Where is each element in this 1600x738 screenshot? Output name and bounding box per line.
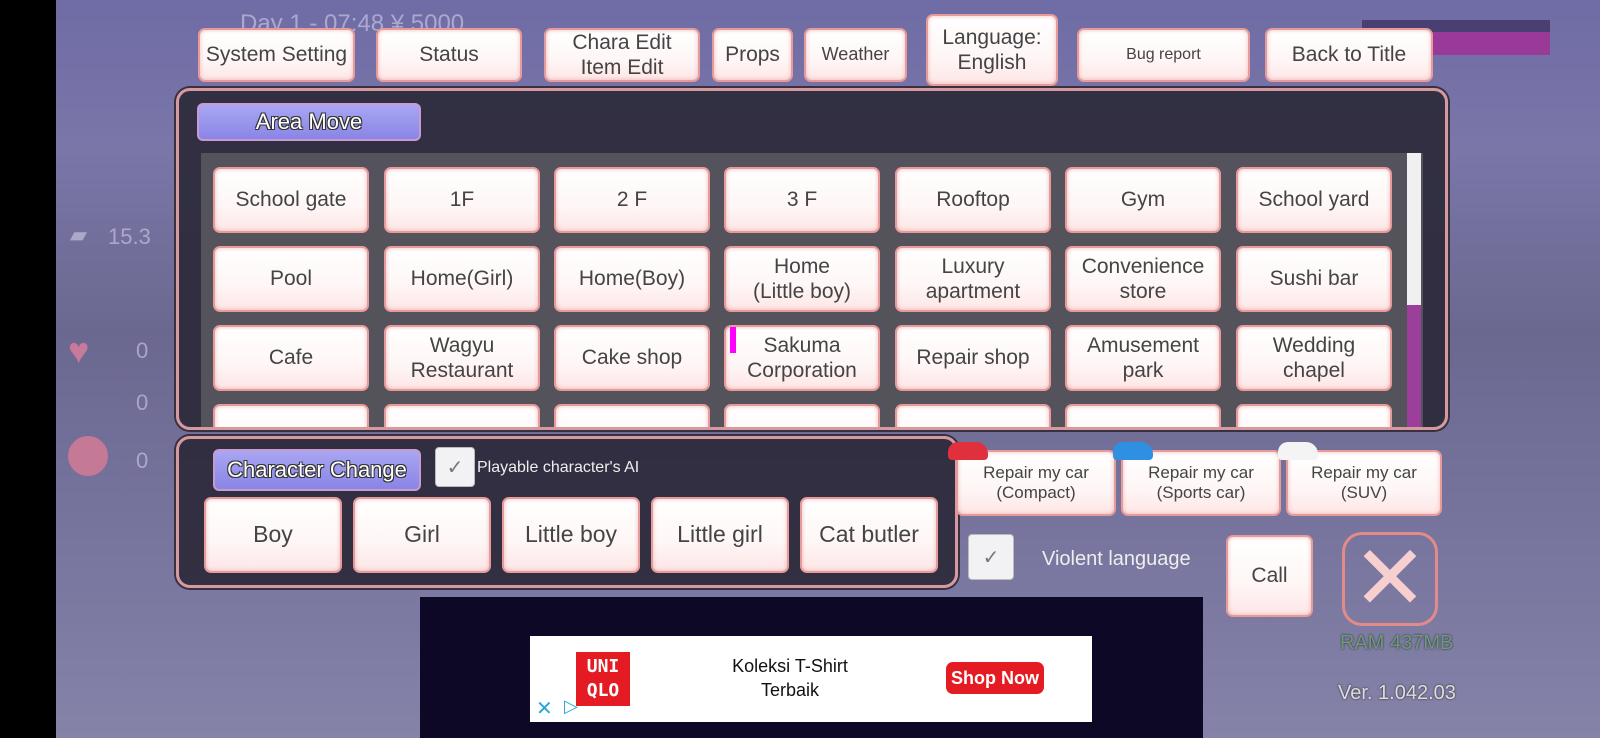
area-button[interactable]: Wedding chapel [1236,325,1392,391]
character-button[interactable]: Boy [204,497,342,573]
heart-icon: ♥ [68,330,90,371]
area-button[interactable]: Cafe [213,325,369,391]
playable-ai-label: Playable character's AI [477,459,640,476]
area-button[interactable]: Cake shop [554,325,710,391]
close-icon[interactable]: ✕ [1342,532,1438,626]
area-button[interactable]: School gate [213,167,369,233]
area-button[interactable]: Amusement park [1065,325,1221,391]
area-button[interactable]: Repair shop [895,325,1051,391]
violent-language-label: Violent language [1042,548,1191,570]
heart-value: 0 [136,338,149,363]
car-icon [1113,442,1153,460]
area-scrollbar[interactable] [1407,153,1421,427]
area-button[interactable]: Police station [724,404,880,427]
character-change-panel: Character Change ✓ Playable character's … [176,436,958,588]
props-button[interactable]: Props [712,28,793,82]
system-setting-button[interactable]: System Setting [198,28,355,82]
area-button[interactable] [1236,404,1392,427]
area-button[interactable]: Sushi bar [1236,246,1392,312]
area-button[interactable] [1065,404,1221,427]
car-type-label: (SUV) [1340,483,1388,502]
ad-choices-icon[interactable]: ▷ [564,696,578,717]
logo-line1: UNI [586,656,620,677]
stat-value: 15.3 [108,224,151,249]
status-button[interactable]: Status [376,28,522,82]
ad-text: Koleksi T-Shirt Terbaik [700,654,880,702]
shop-now-button[interactable]: Shop Now [946,662,1044,694]
mood-face-icon [68,436,108,476]
uniqlo-logo: UNI QLO [576,652,630,706]
area-grid: School gate 1F 2 F3 F Rooftop Gym School yard… [201,153,1423,427]
area-button[interactable] [213,404,369,427]
mood-value: 0 [136,448,149,473]
bug-report-button[interactable]: Bug report [1077,28,1250,82]
area-button[interactable]: Pool [213,246,369,312]
language-label: Language: [942,25,1042,49]
car-type-label: (Sports car) [1156,483,1246,502]
ram-readout: RAM 437MB [1340,632,1454,654]
area-button[interactable]: School yard [1236,167,1392,233]
language-button[interactable]: Language: English [926,14,1058,86]
repair-car-label: Repair my car [983,462,1089,482]
area-button[interactable]: Sakuma Corporation [724,325,880,391]
repair-car-label: Repair my car [1148,462,1254,482]
area-button[interactable]: 1F [384,167,540,233]
item-edit-label: Item Edit [580,56,664,79]
weather-button[interactable]: Weather [804,28,907,82]
area-button[interactable] [895,404,1051,427]
ad-text-line1: Koleksi T-Shirt [732,656,848,676]
character-change-title: Character Change [213,449,421,491]
character-button[interactable]: Little boy [502,497,640,573]
ad-banner[interactable]: UNI QLO Koleksi T-Shirt Terbaik Shop Now ✕… [530,636,1092,722]
language-value: English [957,51,1027,74]
area-button[interactable]: Luxury apartment [895,246,1051,312]
car-type-label: (Compact) [996,483,1076,502]
ad-close-icon[interactable]: ✕ [536,696,553,721]
area-move-panel: Area Move School gate 1F 2 F3 F Rooftop Gym S… [176,88,1448,430]
area-scrollbar-thumb[interactable] [1407,305,1421,427]
car-icon [1278,442,1318,460]
character-button[interactable]: Cat butler [800,497,938,573]
playable-ai-checkbox[interactable]: ✓ [435,447,475,487]
area-button[interactable]: 2 F [554,167,710,233]
version-label: Ver. 1.042.03 [1338,682,1456,704]
area-button[interactable] [554,404,710,427]
car-icon [948,442,988,460]
area-button[interactable]: Convenience store [1065,246,1221,312]
friend-value: 0 [136,390,149,415]
area-button[interactable] [384,404,540,427]
violent-language-checkbox[interactable]: ✓ [968,534,1014,580]
area-button[interactable]: Home (Little boy) [724,246,880,312]
area-move-title: Area Move [197,103,421,141]
logo-line2: QLO [586,680,620,701]
chara-edit-label: Chara Edit [572,30,672,54]
area-button[interactable]: Home(Girl) [384,246,540,312]
stat-icon: ▰ [70,222,87,247]
area-button[interactable]: 3 F [724,167,880,233]
location-marker-icon [730,327,736,353]
area-button[interactable]: Wagyu Restaurant [384,325,540,391]
area-button[interactable]: Home(Boy) [554,246,710,312]
character-button[interactable]: Little girl [651,497,789,573]
area-button[interactable]: Gym [1065,167,1221,233]
character-button[interactable]: Girl [353,497,491,573]
area-button[interactable]: Rooftop [895,167,1051,233]
chara-edit-button[interactable]: Chara Edit Item Edit [544,28,700,82]
back-to-title-button[interactable]: Back to Title [1265,28,1433,82]
ad-text-line2: Terbaik [760,680,820,700]
repair-car-label: Repair my car [1311,462,1417,482]
call-button[interactable]: Call [1226,535,1313,617]
